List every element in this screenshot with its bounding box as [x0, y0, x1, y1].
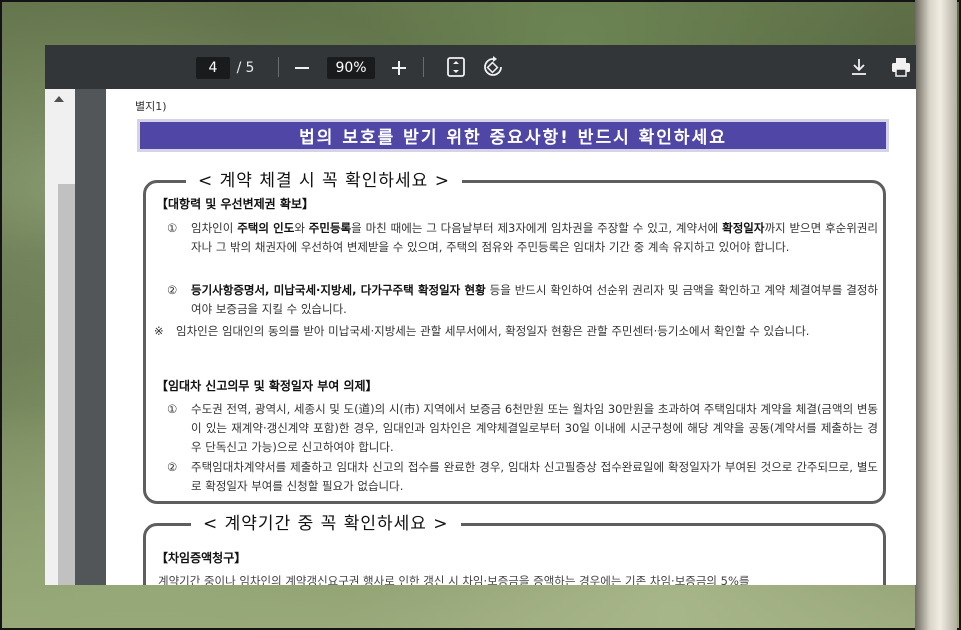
annex-label: 별지1) — [135, 100, 167, 113]
item-text: 수도권 전역, 광역시, 세종시 및 도(道)의 시(市) 지역에서 보증금 6… — [191, 402, 878, 454]
contract-period-box: < 계약기간 중 꼭 확인하세요 > 【차임증액청구】 계약기간 중이나 임차인… — [143, 509, 886, 585]
note-item: ※ 임차인은 임대인의 동의를 받아 미납국세·지방세는 관할 세무서에서, 확… — [154, 322, 878, 341]
list-item: ① 수도권 전역, 광역시, 세종시 및 도(道)의 시(市) 지역에서 보증금… — [158, 400, 878, 457]
item-text: 등기사항증명서, 미납국세·지방세, 다가구주택 확정일자 현황 등을 반드시 … — [191, 283, 878, 316]
item-number: ② — [167, 283, 178, 297]
scroll-thumb[interactable] — [58, 184, 75, 585]
item-text: 임차인이 주택의 인도와 주민등록을 마친 때에는 그 다음날부터 제3자에게 … — [191, 221, 878, 254]
notice-banner: 법의 보호를 받기 위한 중요사항! 반드시 확인하세요 — [137, 119, 889, 152]
zoom-in-icon[interactable] — [386, 55, 412, 81]
scroll-up-icon[interactable] — [54, 96, 64, 102]
vertical-scrollbar[interactable] — [45, 89, 75, 585]
section-heading: 【임대차 신고의무 및 확정일자 부여 의제】 — [156, 379, 378, 393]
print-icon[interactable] — [888, 54, 914, 80]
box-title: < 계약기간 중 꼭 확인하세요 > — [191, 509, 461, 534]
toolbar-divider — [423, 57, 424, 77]
section-heading: 【차임증액청구】 — [156, 551, 247, 565]
background-pole — [915, 0, 957, 630]
banner-title: 법의 보호를 받기 위한 중요사항! 반드시 확인하세요 — [140, 122, 886, 149]
total-pages: 5 — [245, 60, 255, 76]
pdf-viewer[interactable]: 별지1) 법의 보호를 받기 위한 중요사항! 반드시 확인하세요 < 계약 체… — [45, 89, 916, 585]
list-item: ① 임차인이 주택의 인도와 주민등록을 마친 때에는 그 다음날부터 제3자에… — [158, 219, 878, 257]
contract-signing-box: < 계약 체결 시 꼭 확인하세요 > 【대항력 및 우선변제권 확보】 ① 임… — [143, 166, 886, 504]
zoom-out-icon[interactable] — [289, 55, 315, 81]
item-text: 계약기간 중이나 임차인의 계약갱신요구권 행사로 인한 갱신 시 차임·보증금… — [158, 574, 750, 585]
zoom-level-input[interactable]: 90% — [327, 57, 375, 79]
page-number-input[interactable]: 4 — [196, 57, 230, 79]
item-text: 주택임대차계약서를 제출하고 임대차 신고의 접수를 완료한 경우, 임대차 신… — [191, 460, 878, 493]
download-icon[interactable] — [846, 54, 872, 80]
viewer-gutter — [75, 89, 106, 585]
rotate-icon[interactable] — [480, 54, 506, 80]
toolbar-divider — [278, 57, 279, 77]
pdf-toolbar: 4 / 5 90% — [45, 45, 916, 89]
box-title: < 계약 체결 시 꼭 확인하세요 > — [186, 166, 462, 191]
pdf-page: 별지1) 법의 보호를 받기 위한 중요사항! 반드시 확인하세요 < 계약 체… — [106, 89, 916, 585]
section-heading: 【대항력 및 우선변제권 확보】 — [156, 197, 314, 211]
list-item: ② 주택임대차계약서를 제출하고 임대차 신고의 접수를 완료한 경우, 임대차… — [158, 458, 878, 496]
item-number: ① — [167, 221, 178, 235]
note-mark: ※ — [154, 324, 164, 338]
list-item: ② 등기사항증명서, 미납국세·지방세, 다가구주택 확정일자 현황 등을 반드… — [158, 281, 878, 319]
item-number: ② — [167, 460, 178, 474]
note-text: 임차인은 임대인의 동의를 받아 미납국세·지방세는 관할 세무서에서, 확정일… — [176, 324, 810, 338]
fit-page-icon[interactable] — [443, 54, 469, 80]
item-number: ① — [167, 402, 178, 416]
